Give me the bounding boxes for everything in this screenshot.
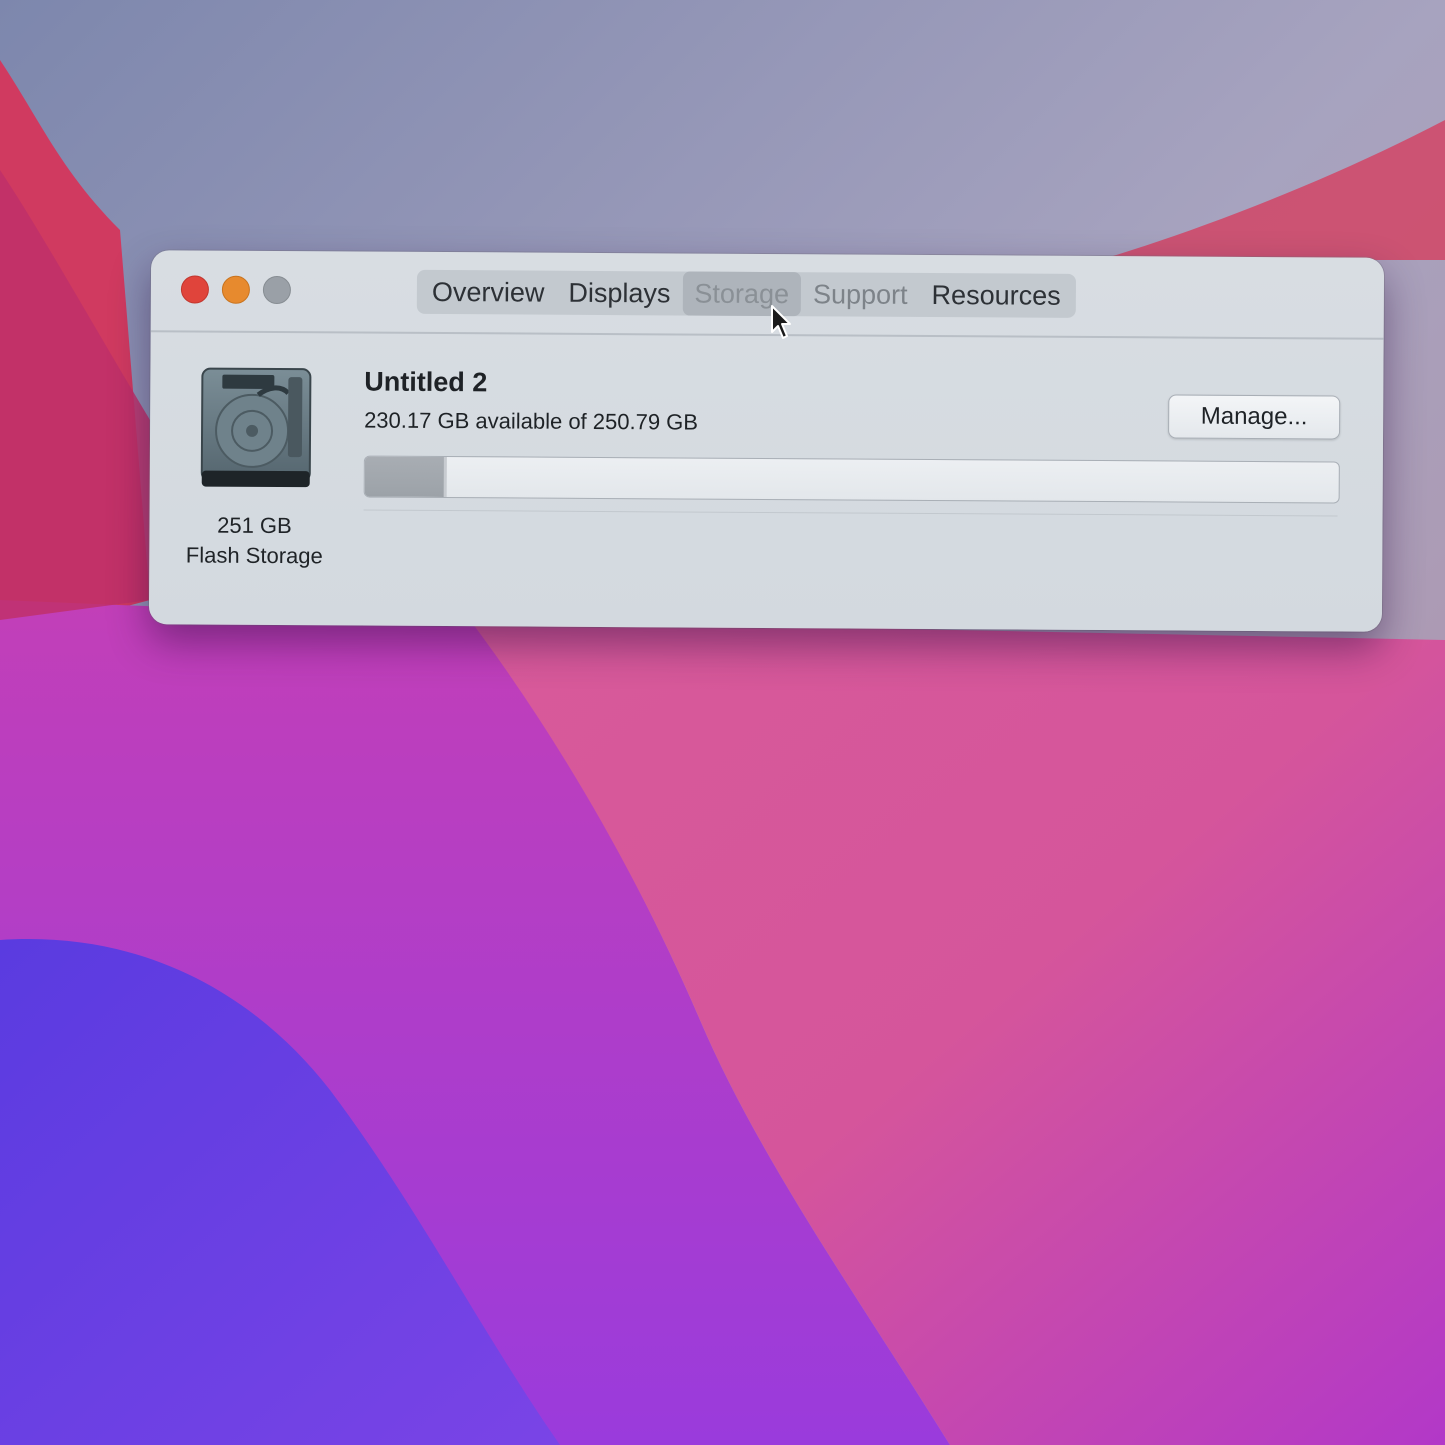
tab-overview[interactable]: Overview xyxy=(420,270,557,315)
volume-available-text: 230.17 GB available of 250.79 GB xyxy=(364,407,699,435)
title-bar: Overview Displays Storage Support Resour… xyxy=(150,250,1385,340)
storage-used-segment xyxy=(364,456,445,498)
tab-bar: Overview Displays Storage Support Resour… xyxy=(416,269,1076,318)
tab-support[interactable]: Support xyxy=(801,272,920,317)
tab-displays[interactable]: Displays xyxy=(556,271,682,316)
about-this-mac-window: Overview Displays Storage Support Resour… xyxy=(148,250,1385,632)
disk-type-label: Flash Storage xyxy=(185,542,323,569)
hard-drive-icon xyxy=(200,367,312,488)
mouse-pointer-icon xyxy=(771,305,791,339)
tab-resources[interactable]: Resources xyxy=(919,273,1072,318)
disk-size-label: 251 GB xyxy=(217,512,292,539)
divider xyxy=(363,509,1338,517)
volume-name: Untitled 2 xyxy=(364,366,488,398)
storage-segment-separator xyxy=(443,457,447,498)
zoom-button[interactable] xyxy=(262,275,291,305)
manage-button[interactable]: Manage... xyxy=(1168,394,1341,440)
desktop-wallpaper xyxy=(0,0,1445,1445)
minimize-button[interactable] xyxy=(221,275,250,304)
close-button[interactable] xyxy=(180,275,210,304)
storage-usage-bar xyxy=(363,455,1340,504)
